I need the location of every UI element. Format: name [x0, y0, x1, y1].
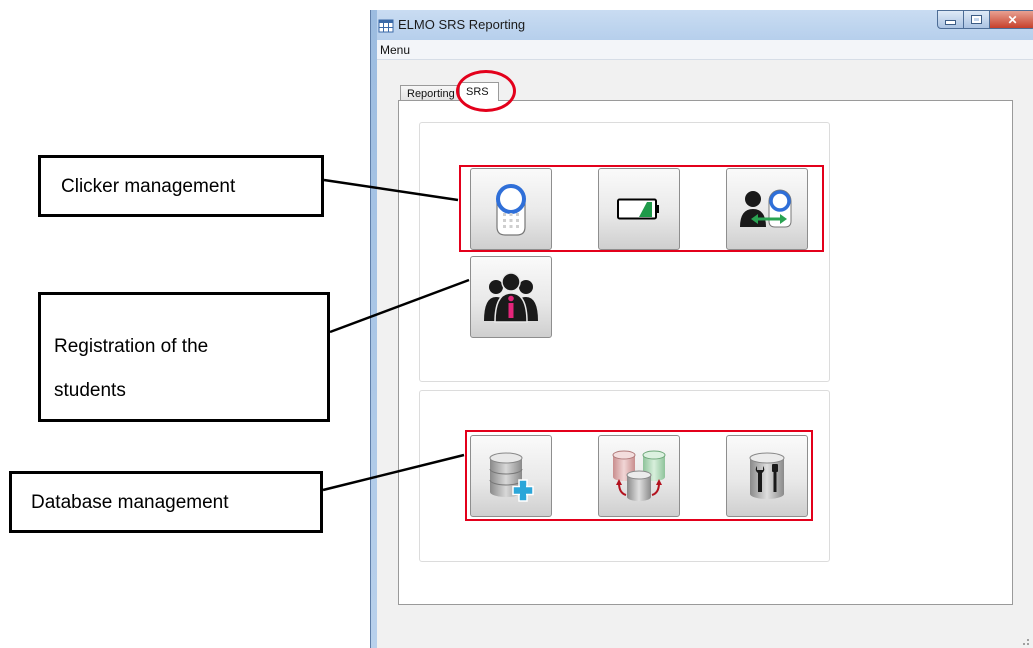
- maximize-button[interactable]: [964, 10, 990, 29]
- clicker-highlight-box: [459, 165, 824, 252]
- tab-reporting[interactable]: Reporting: [400, 85, 460, 101]
- callout-clicker-text: Clicker management: [61, 176, 236, 197]
- menu-item-menu[interactable]: Menu: [380, 43, 410, 57]
- window-title: ELMO SRS Reporting: [398, 17, 526, 32]
- student-info-icon: [484, 272, 538, 323]
- student-registration-button[interactable]: [470, 256, 552, 338]
- window-controls: ✕: [937, 10, 1033, 30]
- database-highlight-box: [465, 430, 813, 521]
- callout-student-registration: Registration of the students: [38, 292, 330, 422]
- srs-tab-highlight-circle: [456, 70, 516, 112]
- callout-clicker-management: Clicker management: [38, 155, 324, 217]
- close-icon: ✕: [1007, 12, 1018, 27]
- close-button[interactable]: ✕: [990, 10, 1033, 29]
- maximize-icon: [971, 15, 982, 24]
- callout-database-management: Database management: [9, 471, 323, 533]
- app-grid-icon: [378, 19, 394, 33]
- callout-students-line1: Registration of the: [54, 336, 209, 357]
- minimize-icon: [945, 20, 956, 25]
- clicker-student-group: [419, 122, 830, 382]
- menu-bar: Menu: [377, 40, 1033, 60]
- resize-grip-icon[interactable]: [1018, 634, 1030, 646]
- window-frame: [370, 10, 377, 648]
- callout-database-text: Database management: [31, 492, 229, 513]
- minimize-button[interactable]: [937, 10, 964, 29]
- callout-students-line2: students: [54, 380, 126, 401]
